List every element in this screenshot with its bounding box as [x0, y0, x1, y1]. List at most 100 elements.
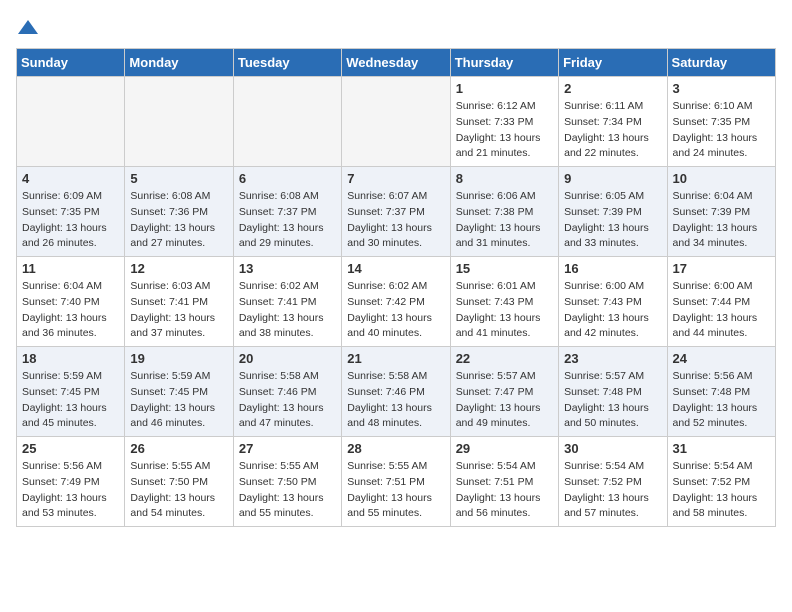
day-number: 28 [347, 441, 444, 456]
calendar-cell: 28 Sunrise: 5:55 AM Sunset: 7:51 PM Dayl… [342, 437, 450, 527]
calendar-cell: 22 Sunrise: 5:57 AM Sunset: 7:47 PM Dayl… [450, 347, 558, 437]
day-number: 4 [22, 171, 119, 186]
day-detail: Sunrise: 5:55 AM Sunset: 7:51 PM Dayligh… [347, 459, 444, 522]
calendar-cell: 8 Sunrise: 6:06 AM Sunset: 7:38 PM Dayli… [450, 167, 558, 257]
day-detail: Sunrise: 6:04 AM Sunset: 7:40 PM Dayligh… [22, 279, 119, 342]
day-detail: Sunrise: 5:58 AM Sunset: 7:46 PM Dayligh… [347, 369, 444, 432]
calendar-cell: 16 Sunrise: 6:00 AM Sunset: 7:43 PM Dayl… [559, 257, 667, 347]
day-detail: Sunrise: 5:55 AM Sunset: 7:50 PM Dayligh… [239, 459, 336, 522]
calendar-cell: 12 Sunrise: 6:03 AM Sunset: 7:41 PM Dayl… [125, 257, 233, 347]
day-detail: Sunrise: 6:07 AM Sunset: 7:37 PM Dayligh… [347, 189, 444, 252]
day-number: 29 [456, 441, 553, 456]
day-number: 1 [456, 81, 553, 96]
day-number: 7 [347, 171, 444, 186]
day-number: 24 [673, 351, 770, 366]
day-number: 23 [564, 351, 661, 366]
calendar-cell: 13 Sunrise: 6:02 AM Sunset: 7:41 PM Dayl… [233, 257, 341, 347]
calendar-cell: 24 Sunrise: 5:56 AM Sunset: 7:48 PM Dayl… [667, 347, 775, 437]
day-number: 18 [22, 351, 119, 366]
day-number: 5 [130, 171, 227, 186]
day-detail: Sunrise: 5:56 AM Sunset: 7:48 PM Dayligh… [673, 369, 770, 432]
day-detail: Sunrise: 5:54 AM Sunset: 7:51 PM Dayligh… [456, 459, 553, 522]
day-detail: Sunrise: 5:57 AM Sunset: 7:47 PM Dayligh… [456, 369, 553, 432]
day-detail: Sunrise: 6:04 AM Sunset: 7:39 PM Dayligh… [673, 189, 770, 252]
day-number: 10 [673, 171, 770, 186]
calendar-cell: 26 Sunrise: 5:55 AM Sunset: 7:50 PM Dayl… [125, 437, 233, 527]
calendar-week-row: 4 Sunrise: 6:09 AM Sunset: 7:35 PM Dayli… [17, 167, 776, 257]
calendar-cell: 27 Sunrise: 5:55 AM Sunset: 7:50 PM Dayl… [233, 437, 341, 527]
calendar-cell: 2 Sunrise: 6:11 AM Sunset: 7:34 PM Dayli… [559, 77, 667, 167]
day-number: 16 [564, 261, 661, 276]
calendar-cell: 4 Sunrise: 6:09 AM Sunset: 7:35 PM Dayli… [17, 167, 125, 257]
day-detail: Sunrise: 5:54 AM Sunset: 7:52 PM Dayligh… [673, 459, 770, 522]
day-number: 19 [130, 351, 227, 366]
day-detail: Sunrise: 6:00 AM Sunset: 7:44 PM Dayligh… [673, 279, 770, 342]
day-number: 25 [22, 441, 119, 456]
day-detail: Sunrise: 6:06 AM Sunset: 7:38 PM Dayligh… [456, 189, 553, 252]
column-header-saturday: Saturday [667, 49, 775, 77]
calendar-cell: 25 Sunrise: 5:56 AM Sunset: 7:49 PM Dayl… [17, 437, 125, 527]
day-detail: Sunrise: 6:08 AM Sunset: 7:36 PM Dayligh… [130, 189, 227, 252]
column-header-monday: Monday [125, 49, 233, 77]
day-number: 31 [673, 441, 770, 456]
calendar-cell: 30 Sunrise: 5:54 AM Sunset: 7:52 PM Dayl… [559, 437, 667, 527]
column-header-tuesday: Tuesday [233, 49, 341, 77]
day-number: 13 [239, 261, 336, 276]
day-detail: Sunrise: 6:05 AM Sunset: 7:39 PM Dayligh… [564, 189, 661, 252]
calendar-cell: 10 Sunrise: 6:04 AM Sunset: 7:39 PM Dayl… [667, 167, 775, 257]
day-detail: Sunrise: 6:02 AM Sunset: 7:41 PM Dayligh… [239, 279, 336, 342]
day-detail: Sunrise: 6:03 AM Sunset: 7:41 PM Dayligh… [130, 279, 227, 342]
page-header [16, 16, 776, 40]
calendar-cell: 3 Sunrise: 6:10 AM Sunset: 7:35 PM Dayli… [667, 77, 775, 167]
day-number: 30 [564, 441, 661, 456]
calendar-cell: 23 Sunrise: 5:57 AM Sunset: 7:48 PM Dayl… [559, 347, 667, 437]
day-number: 21 [347, 351, 444, 366]
day-detail: Sunrise: 5:59 AM Sunset: 7:45 PM Dayligh… [22, 369, 119, 432]
column-header-friday: Friday [559, 49, 667, 77]
calendar-cell: 15 Sunrise: 6:01 AM Sunset: 7:43 PM Dayl… [450, 257, 558, 347]
calendar-cell: 18 Sunrise: 5:59 AM Sunset: 7:45 PM Dayl… [17, 347, 125, 437]
calendar-header-row: SundayMondayTuesdayWednesdayThursdayFrid… [17, 49, 776, 77]
day-number: 15 [456, 261, 553, 276]
day-detail: Sunrise: 5:57 AM Sunset: 7:48 PM Dayligh… [564, 369, 661, 432]
calendar-cell [125, 77, 233, 167]
day-detail: Sunrise: 5:56 AM Sunset: 7:49 PM Dayligh… [22, 459, 119, 522]
day-detail: Sunrise: 6:01 AM Sunset: 7:43 PM Dayligh… [456, 279, 553, 342]
day-number: 11 [22, 261, 119, 276]
column-header-thursday: Thursday [450, 49, 558, 77]
day-number: 2 [564, 81, 661, 96]
column-header-sunday: Sunday [17, 49, 125, 77]
day-detail: Sunrise: 6:09 AM Sunset: 7:35 PM Dayligh… [22, 189, 119, 252]
day-number: 17 [673, 261, 770, 276]
calendar-cell [233, 77, 341, 167]
day-detail: Sunrise: 6:02 AM Sunset: 7:42 PM Dayligh… [347, 279, 444, 342]
calendar-cell: 7 Sunrise: 6:07 AM Sunset: 7:37 PM Dayli… [342, 167, 450, 257]
calendar-cell: 14 Sunrise: 6:02 AM Sunset: 7:42 PM Dayl… [342, 257, 450, 347]
calendar-cell: 6 Sunrise: 6:08 AM Sunset: 7:37 PM Dayli… [233, 167, 341, 257]
calendar-week-row: 18 Sunrise: 5:59 AM Sunset: 7:45 PM Dayl… [17, 347, 776, 437]
day-number: 6 [239, 171, 336, 186]
calendar-cell: 5 Sunrise: 6:08 AM Sunset: 7:36 PM Dayli… [125, 167, 233, 257]
calendar-cell: 17 Sunrise: 6:00 AM Sunset: 7:44 PM Dayl… [667, 257, 775, 347]
day-number: 26 [130, 441, 227, 456]
calendar-week-row: 11 Sunrise: 6:04 AM Sunset: 7:40 PM Dayl… [17, 257, 776, 347]
day-detail: Sunrise: 6:11 AM Sunset: 7:34 PM Dayligh… [564, 99, 661, 162]
day-detail: Sunrise: 6:10 AM Sunset: 7:35 PM Dayligh… [673, 99, 770, 162]
day-detail: Sunrise: 5:54 AM Sunset: 7:52 PM Dayligh… [564, 459, 661, 522]
day-number: 3 [673, 81, 770, 96]
calendar-cell: 20 Sunrise: 5:58 AM Sunset: 7:46 PM Dayl… [233, 347, 341, 437]
logo-icon [16, 16, 40, 40]
column-header-wednesday: Wednesday [342, 49, 450, 77]
calendar-cell: 9 Sunrise: 6:05 AM Sunset: 7:39 PM Dayli… [559, 167, 667, 257]
day-detail: Sunrise: 6:00 AM Sunset: 7:43 PM Dayligh… [564, 279, 661, 342]
logo [16, 16, 44, 40]
day-detail: Sunrise: 5:58 AM Sunset: 7:46 PM Dayligh… [239, 369, 336, 432]
day-number: 8 [456, 171, 553, 186]
day-number: 27 [239, 441, 336, 456]
calendar-cell [342, 77, 450, 167]
day-detail: Sunrise: 5:55 AM Sunset: 7:50 PM Dayligh… [130, 459, 227, 522]
day-number: 9 [564, 171, 661, 186]
calendar-week-row: 1 Sunrise: 6:12 AM Sunset: 7:33 PM Dayli… [17, 77, 776, 167]
day-number: 12 [130, 261, 227, 276]
day-number: 20 [239, 351, 336, 366]
